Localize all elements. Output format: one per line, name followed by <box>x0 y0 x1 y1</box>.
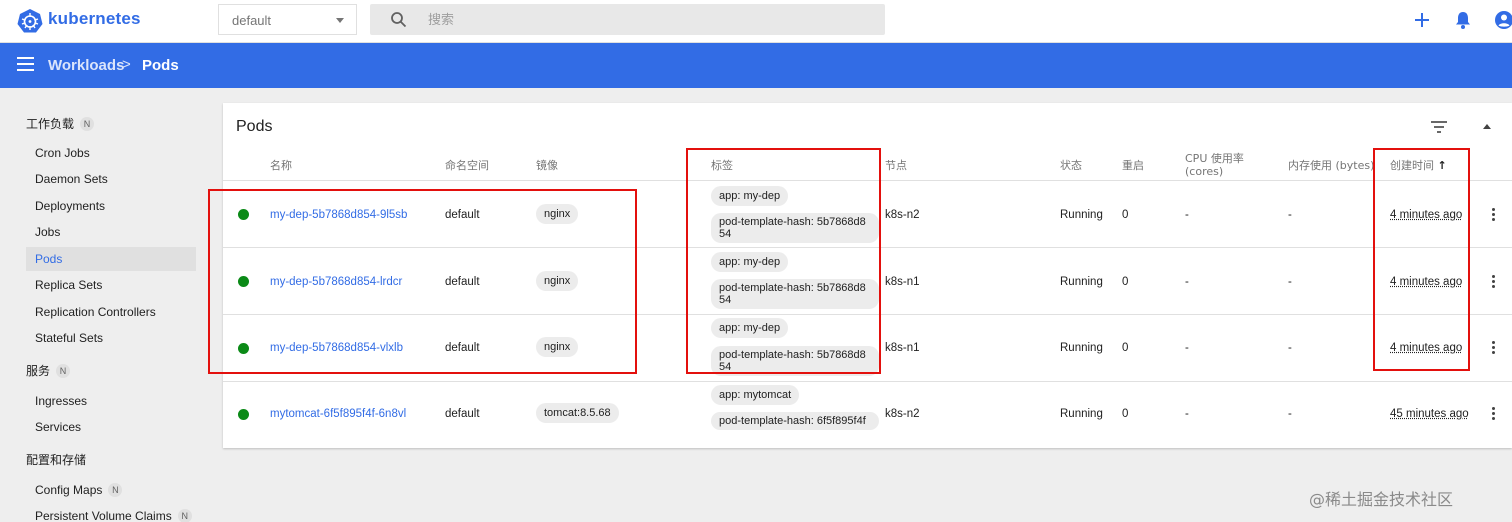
sidebar-item-deployments[interactable]: Deployments <box>26 194 196 218</box>
sidebar-item-label: Persistent Volume Claims <box>35 509 172 522</box>
add-icon[interactable] <box>1412 10 1432 30</box>
sidebar: 工作负载 N Cron Jobs Daemon Sets Deployments … <box>0 88 208 522</box>
more-vert-icon[interactable] <box>1492 208 1496 222</box>
pod-cpu: - <box>1185 209 1189 221</box>
card-title: Pods <box>236 118 272 136</box>
sidebar-item-jobs[interactable]: Jobs <box>26 220 196 244</box>
pod-status: Running <box>1060 209 1103 221</box>
brand-name[interactable]: kubernetes <box>48 9 141 29</box>
collapse-icon[interactable] <box>1483 124 1491 129</box>
divider <box>223 381 1512 382</box>
pod-node: k8s-n2 <box>885 408 920 420</box>
search-icon <box>390 11 407 28</box>
pod-restarts: 0 <box>1122 209 1128 221</box>
breadcrumb-workloads[interactable]: Workloads <box>48 57 124 74</box>
pod-restarts: 0 <box>1122 276 1128 288</box>
column-header-cpu-label: CPU 使用率 <box>1185 152 1244 165</box>
status-running-icon <box>238 409 249 420</box>
namespaced-badge: N <box>178 509 192 522</box>
sidebar-item-stateful-sets[interactable]: Stateful Sets <box>26 326 196 350</box>
image-chip: tomcat:8.5.68 <box>536 403 619 423</box>
namespaced-badge: N <box>56 364 70 378</box>
sidebar-section-label: 服务 <box>26 364 50 378</box>
pod-memory: - <box>1288 342 1292 354</box>
chevron-right-icon: > <box>122 56 131 73</box>
label-chip: pod-template-hash: 6f5f895f4f <box>711 412 879 430</box>
sidebar-item-pods[interactable]: Pods <box>26 247 196 271</box>
more-vert-icon[interactable] <box>1492 407 1496 421</box>
sidebar-item-persistent-volume-claims[interactable]: Persistent Volume Claims N <box>26 504 196 522</box>
pod-status: Running <box>1060 342 1103 354</box>
column-header-node[interactable]: 节点 <box>885 159 907 172</box>
search-bar <box>370 4 885 35</box>
pod-restarts: 0 <box>1122 408 1128 420</box>
sidebar-item-replication-controllers[interactable]: Replication Controllers <box>26 300 196 324</box>
pod-memory: - <box>1288 209 1292 221</box>
filter-icon[interactable] <box>1431 121 1447 133</box>
sidebar-item-config-maps[interactable]: Config Maps N <box>26 478 196 502</box>
top-bar: kubernetes default <box>0 0 1512 43</box>
sidebar-item-daemon-sets[interactable]: Daemon Sets <box>26 167 196 191</box>
sidebar-section-services[interactable]: 服务 N <box>26 362 70 379</box>
page-header: Workloads > Pods <box>0 43 1512 88</box>
chevron-down-icon <box>336 18 344 23</box>
sidebar-item-ingresses[interactable]: Ingresses <box>26 389 196 413</box>
namespaced-badge: N <box>108 483 122 497</box>
pod-namespace: default <box>445 408 480 420</box>
column-header-restarts: 重启 <box>1122 159 1144 172</box>
pod-cpu: - <box>1185 342 1189 354</box>
pod-restarts: 0 <box>1122 342 1128 354</box>
pod-status: Running <box>1060 276 1103 288</box>
namespaced-badge: N <box>80 117 94 131</box>
pod-memory: - <box>1288 276 1292 288</box>
pod-cpu: - <box>1185 408 1189 420</box>
pod-node: k8s-n1 <box>885 342 920 354</box>
column-header-cpu-unit: (cores) <box>1185 165 1223 178</box>
sidebar-section-workloads[interactable]: 工作负载 N <box>26 115 94 132</box>
sidebar-section-config-storage[interactable]: 配置和存储 <box>26 451 86 468</box>
namespace-select[interactable]: default <box>218 4 357 35</box>
label-chip: app: mytomcat <box>711 385 799 405</box>
pod-cpu: - <box>1185 276 1189 288</box>
annotation-box-pod-names <box>208 189 637 374</box>
column-header-cpu: CPU 使用率 (cores) <box>1185 152 1244 178</box>
pod-name-link[interactable]: mytomcat-6f5f895f4f-6n8vl <box>270 408 406 420</box>
pod-memory: - <box>1288 408 1292 420</box>
sidebar-item-services[interactable]: Services <box>26 415 196 439</box>
account-icon[interactable] <box>1494 10 1512 30</box>
more-vert-icon[interactable] <box>1492 341 1496 355</box>
menu-icon[interactable] <box>17 57 34 71</box>
pod-node: k8s-n2 <box>885 209 920 221</box>
column-header-name[interactable]: 名称 <box>270 159 292 172</box>
watermark: @稀土掘金技术社区 <box>1309 486 1453 510</box>
annotation-box-labels <box>686 148 881 374</box>
notifications-icon[interactable] <box>1453 10 1473 30</box>
column-header-status[interactable]: 状态 <box>1060 159 1082 172</box>
pod-age: 45 minutes ago <box>1390 408 1469 420</box>
pod-status: Running <box>1060 408 1103 420</box>
namespace-value: default <box>232 13 271 28</box>
sidebar-item-cron-jobs[interactable]: Cron Jobs <box>26 141 196 165</box>
column-header-memory: 内存使用 (bytes) <box>1288 159 1374 172</box>
search-input[interactable] <box>428 10 868 30</box>
sidebar-section-label: 工作负载 <box>26 117 74 131</box>
breadcrumb-pods: Pods <box>142 57 179 74</box>
kubernetes-logo-icon[interactable] <box>17 8 43 34</box>
annotation-box-created <box>1373 148 1470 371</box>
pod-node: k8s-n1 <box>885 276 920 288</box>
more-vert-icon[interactable] <box>1492 275 1496 289</box>
sidebar-item-replica-sets[interactable]: Replica Sets <box>26 273 196 297</box>
sidebar-item-label: Config Maps <box>35 483 102 497</box>
column-header-namespace[interactable]: 命名空间 <box>445 159 489 172</box>
column-header-image: 镜像 <box>536 159 558 172</box>
